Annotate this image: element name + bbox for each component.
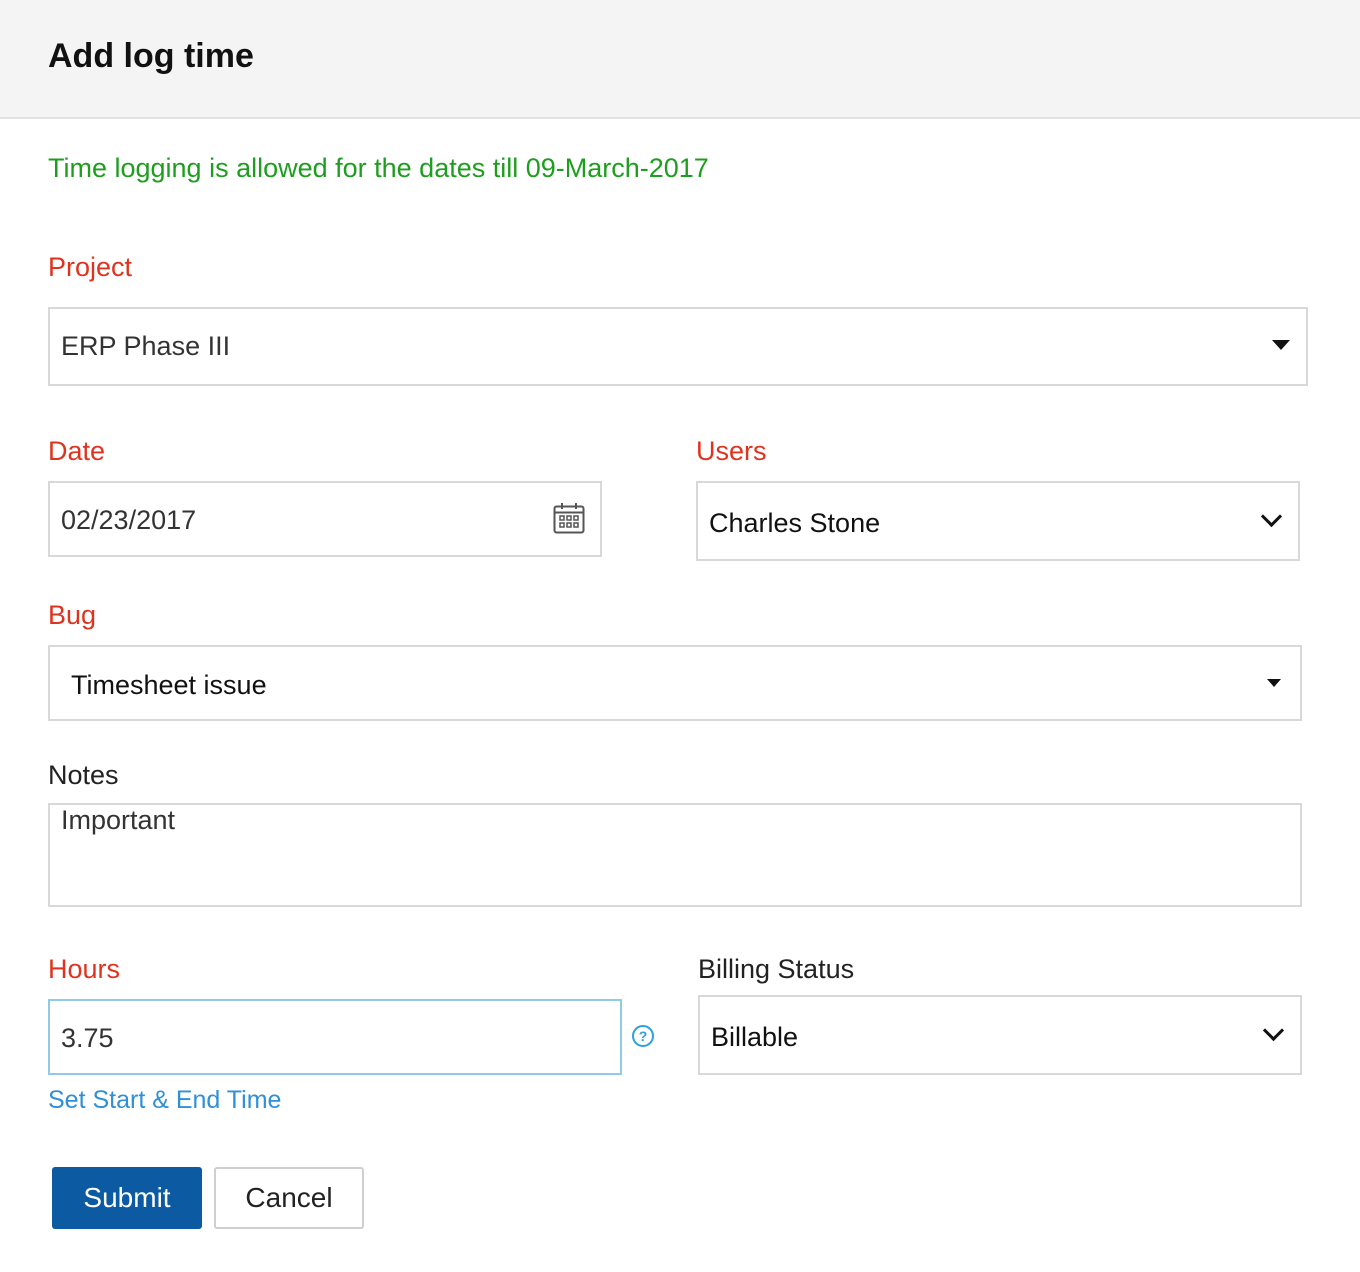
notes-textarea[interactable]: Important [48,803,1302,907]
dialog-title: Add log time [48,37,254,75]
date-label: Date [48,436,106,466]
help-icon[interactable]: ? [632,1025,654,1047]
project-value: ERP Phase III [61,331,231,361]
billing-status-label: Billing Status [698,954,855,984]
dialog-header: Add log time [0,0,1360,119]
users-value: Charles Stone [709,508,881,538]
hours-input[interactable]: 3.75 [48,999,622,1075]
project-select[interactable]: ERP Phase III [48,307,1308,386]
notes-label: Notes [48,760,119,790]
users-select[interactable]: Charles Stone [696,481,1300,561]
bug-select[interactable]: Timesheet issue [48,645,1302,721]
billing-status-value: Billable [711,1022,799,1052]
chevron-down-icon [1262,1019,1285,1042]
users-label: Users [696,436,767,466]
time-logging-info: Time logging is allowed for the dates ti… [48,153,709,183]
date-value: 02/23/2017 [61,505,197,535]
caret-down-icon [1267,679,1281,687]
billing-status-select[interactable]: Billable [698,995,1302,1075]
bug-value: Timesheet issue [71,670,267,700]
set-start-end-time-link[interactable]: Set Start & End Time [48,1086,281,1115]
caret-down-icon [1272,340,1290,350]
date-input[interactable]: 02/23/2017 [48,481,602,557]
calendar-icon[interactable] [553,502,585,534]
hours-value: 3.75 [61,1023,114,1053]
submit-button[interactable]: Submit [52,1167,202,1229]
cancel-button[interactable]: Cancel [214,1167,364,1229]
project-label: Project [48,252,133,282]
hours-label: Hours [48,954,121,984]
chevron-down-icon [1260,505,1283,528]
bug-label: Bug [48,600,97,630]
notes-value: Important [61,805,176,835]
